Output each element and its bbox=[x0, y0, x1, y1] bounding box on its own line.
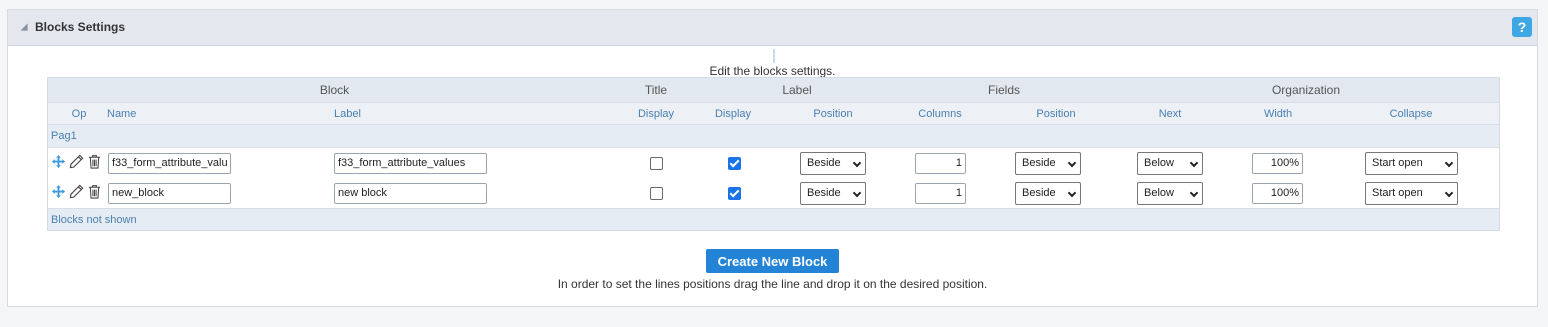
label-display-checkbox[interactable] bbox=[727, 156, 741, 170]
block-label-input[interactable] bbox=[334, 182, 487, 204]
drag-hint-text: In order to set the lines positions drag… bbox=[557, 277, 988, 291]
label-position-select[interactable]: Beside bbox=[800, 181, 866, 205]
collapse-select[interactable]: Start open bbox=[1365, 181, 1458, 205]
next-select[interactable]: Below bbox=[1137, 181, 1203, 205]
block-label-input[interactable] bbox=[334, 152, 487, 174]
width-input[interactable] bbox=[1252, 152, 1303, 174]
pencil-icon[interactable] bbox=[69, 154, 84, 172]
intro-text: Edit the blocks settings. bbox=[709, 64, 836, 78]
help-button[interactable]: ? bbox=[1512, 17, 1532, 37]
fields-position-value: Beside bbox=[1022, 157, 1056, 169]
group-header-block: Block bbox=[319, 83, 350, 97]
table-row[interactable]: Beside Beside Below Start open bbox=[48, 148, 1499, 178]
chevron-down-icon bbox=[1189, 158, 1199, 167]
col-op: Op bbox=[71, 107, 87, 120]
chevron-down-icon bbox=[1444, 158, 1454, 167]
blocks-grid: Block Title Label Fields Organization Op… bbox=[47, 77, 1500, 231]
col-width: Width bbox=[1263, 107, 1293, 120]
collapse-triangle-icon[interactable] bbox=[20, 23, 28, 31]
next-value: Below bbox=[1144, 187, 1174, 199]
section-row: Pag1 bbox=[48, 125, 1499, 148]
collapse-value: Start open bbox=[1372, 187, 1423, 199]
block-name-input[interactable] bbox=[108, 182, 231, 204]
next-value: Below bbox=[1144, 157, 1174, 169]
group-header-row: Block Title Label Fields Organization bbox=[48, 78, 1499, 103]
fields-position-select[interactable]: Beside bbox=[1015, 181, 1081, 205]
label-position-value: Beside bbox=[807, 157, 841, 169]
chevron-down-icon bbox=[852, 158, 862, 167]
group-header-label: Label bbox=[782, 83, 812, 97]
create-new-block-button[interactable]: Create New Block bbox=[706, 249, 839, 273]
columns-input[interactable] bbox=[915, 182, 966, 204]
move-arrows-icon[interactable] bbox=[51, 154, 66, 172]
columns-input[interactable] bbox=[915, 152, 966, 174]
trash-icon[interactable] bbox=[87, 184, 102, 202]
col-next: Next bbox=[1158, 107, 1182, 120]
chevron-down-icon bbox=[1067, 158, 1077, 167]
fields-position-value: Beside bbox=[1022, 187, 1056, 199]
col-title-display: Display bbox=[637, 107, 675, 120]
row-ops bbox=[51, 148, 102, 178]
collapse-select[interactable]: Start open bbox=[1365, 151, 1458, 175]
chevron-down-icon bbox=[1189, 188, 1199, 197]
col-collapse: Collapse bbox=[1389, 107, 1433, 120]
title-display-checkbox[interactable] bbox=[649, 156, 663, 170]
blocks-not-shown-label: Blocks not shown bbox=[51, 213, 137, 226]
footer-row: Blocks not shown bbox=[48, 208, 1499, 230]
width-input[interactable] bbox=[1252, 182, 1303, 204]
col-label-position: Position bbox=[813, 107, 853, 120]
panel-title: Blocks Settings bbox=[35, 20, 126, 34]
drag-marker bbox=[773, 49, 775, 63]
section-label: Pag1 bbox=[51, 130, 77, 142]
col-fields-position: Position bbox=[1036, 107, 1076, 120]
block-name-input[interactable] bbox=[108, 152, 231, 174]
chevron-down-icon bbox=[852, 188, 862, 197]
chevron-down-icon bbox=[1444, 188, 1454, 197]
table-row[interactable]: Beside Beside Below Start open bbox=[48, 178, 1499, 208]
move-arrows-icon[interactable] bbox=[51, 184, 66, 202]
col-label-display: Display bbox=[714, 107, 752, 120]
panel-header[interactable]: Blocks Settings ? bbox=[8, 10, 1537, 46]
label-display-checkbox[interactable] bbox=[727, 186, 741, 200]
chevron-down-icon bbox=[1067, 188, 1077, 197]
row-ops bbox=[51, 178, 102, 208]
collapse-value: Start open bbox=[1372, 157, 1423, 169]
label-position-value: Beside bbox=[807, 187, 841, 199]
group-header-organization: Organization bbox=[1271, 83, 1341, 97]
col-label: Label bbox=[334, 107, 361, 120]
pencil-icon[interactable] bbox=[69, 184, 84, 202]
fields-position-select[interactable]: Beside bbox=[1015, 151, 1081, 175]
col-name: Name bbox=[107, 107, 137, 120]
next-select[interactable]: Below bbox=[1137, 151, 1203, 175]
col-columns: Columns bbox=[918, 107, 962, 120]
trash-icon[interactable] bbox=[87, 154, 102, 172]
group-header-title: Title bbox=[644, 83, 668, 97]
column-header-row: Op Name Label Display Display Position C… bbox=[48, 103, 1499, 125]
label-position-select[interactable]: Beside bbox=[800, 151, 866, 175]
group-header-fields: Fields bbox=[987, 83, 1020, 97]
blocks-settings-panel: Blocks Settings ? Edit the blocks settin… bbox=[7, 9, 1538, 307]
title-display-checkbox[interactable] bbox=[649, 186, 663, 200]
